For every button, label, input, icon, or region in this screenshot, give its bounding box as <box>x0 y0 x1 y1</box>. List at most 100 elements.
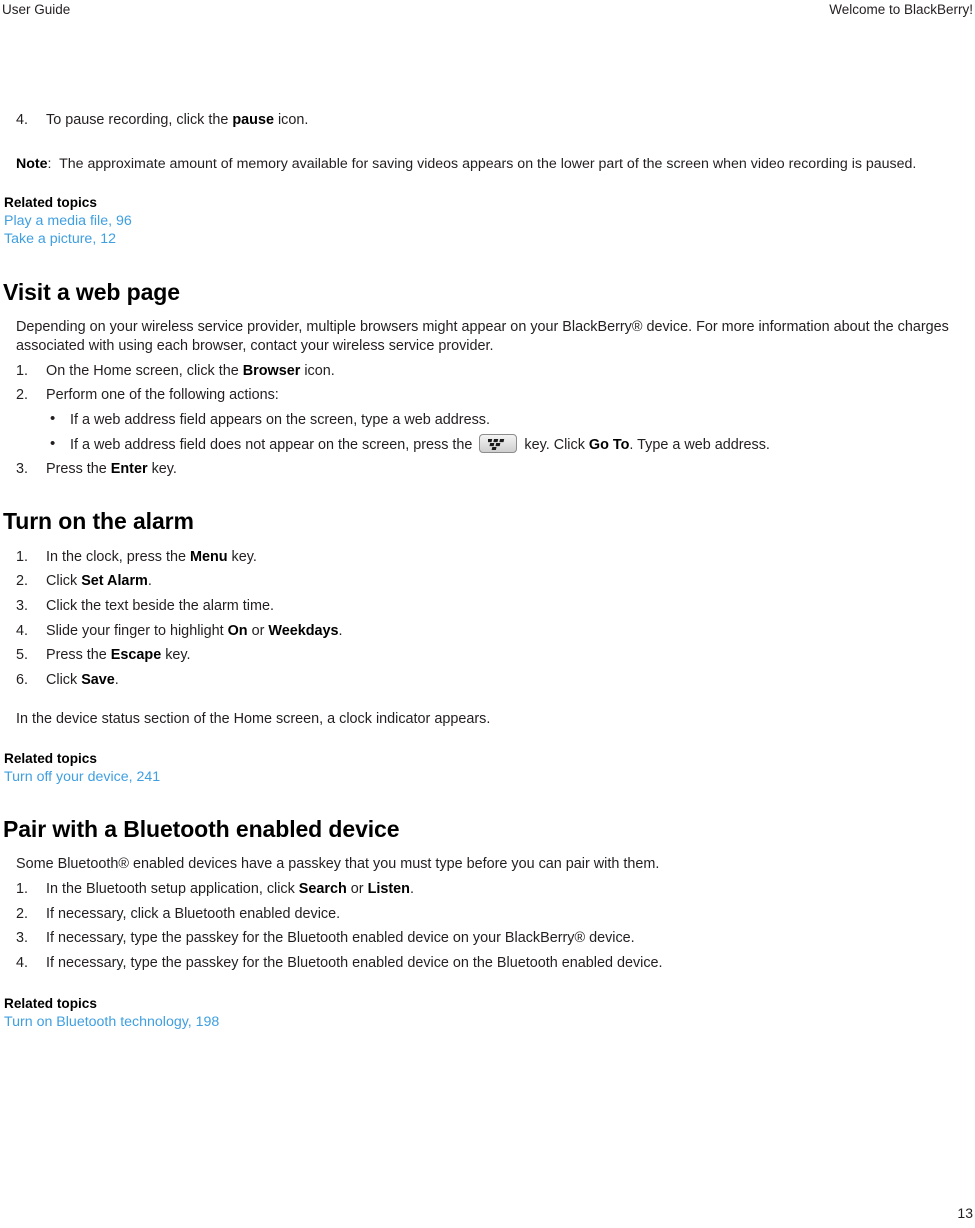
step-text: On the Home screen, click the Browser ic… <box>46 363 335 379</box>
step-list-visit-a-web-page: 1. On the Home screen, click the Browser… <box>2 359 973 408</box>
step-item: 4. Slide your finger to highlight On or … <box>2 619 973 644</box>
step-item: 2. Click Set Alarm. <box>2 569 973 594</box>
step-text-segment: Press the <box>46 461 111 478</box>
step-item: 6. Click Save. <box>2 668 973 693</box>
step-text-bold: Listen <box>367 881 410 897</box>
section-intro: Some Bluetooth® enabled devices have a p… <box>16 856 660 873</box>
note-block: Note: The approximate amount of memory a… <box>2 155 973 174</box>
step-text-segment: key. <box>161 647 191 664</box>
step-text: If necessary, type the passkey for the B… <box>46 930 635 947</box>
step-text-segment: . <box>409 881 414 897</box>
step-text-bold: Weekdays <box>268 622 339 639</box>
step-text-segment: On the Home screen, click the <box>46 362 243 379</box>
related-topics-title: Related topics <box>4 750 97 766</box>
sub-step-text-segment: key. Click <box>520 436 589 453</box>
related-topics-title: Related topics <box>4 194 97 210</box>
step-text: In the Bluetooth setup application, clic… <box>46 881 414 897</box>
related-topics-block: Related topics Turn on Bluetooth technol… <box>2 995 973 1032</box>
step-text-segment: icon. <box>300 362 335 379</box>
step-item: 3. Click the text beside the alarm time. <box>2 594 973 619</box>
step-text-bold: Search <box>298 881 347 897</box>
step-item: 1. On the Home screen, click the Browser… <box>2 359 973 384</box>
step-text: If necessary, type the passkey for the B… <box>46 954 663 971</box>
running-header-left: User Guide <box>2 2 71 17</box>
step-number: 1. <box>16 362 29 379</box>
step-text: Click Set Alarm. <box>46 573 152 589</box>
step-number: 2. <box>16 387 29 404</box>
step-text: Click the text beside the alarm time. <box>46 597 274 614</box>
step-list-visit-a-web-page-cont: 3. Press the Enter key. <box>2 457 973 482</box>
step-text-segment: . <box>114 671 119 688</box>
running-header-right: Welcome to BlackBerry! <box>829 2 973 17</box>
step-text-segment: Click <box>46 671 82 688</box>
step-item: 1. In the clock, press the Menu key. <box>2 545 973 570</box>
step-text: Click Save. <box>46 672 119 688</box>
related-topic-link[interactable]: Turn on Bluetooth technology, 198 <box>4 1013 219 1032</box>
step-text: In the clock, press the Menu key. <box>46 549 257 565</box>
note-text: The approximate amount of memory availab… <box>59 155 917 172</box>
step-number: 6. <box>16 671 29 688</box>
sub-step-text-segment: . Type a web address. <box>629 436 770 453</box>
step-number: 3. <box>16 930 29 947</box>
step-text-bold: Enter <box>110 461 148 478</box>
step-text-bold: Browser <box>242 362 301 379</box>
sub-step-text-bold: Go To <box>588 436 630 453</box>
step-list-turn-on-the-alarm: 1. In the clock, press the Menu key. 2. … <box>2 545 973 693</box>
sub-step-item: • If a web address field does not appear… <box>46 433 973 458</box>
step-text-bold: On <box>227 622 248 639</box>
step-number: 4. <box>16 622 29 639</box>
step-list-pair-bluetooth: 1. In the Bluetooth setup application, c… <box>2 877 973 975</box>
related-topic-link[interactable]: Take a picture, 12 <box>4 230 116 249</box>
step-text-before: To pause recording, click the <box>46 112 233 128</box>
related-topics-title: Related topics <box>4 996 97 1012</box>
running-header: User Guide Welcome to BlackBerry! <box>0 0 975 22</box>
related-topic-link[interactable]: Turn off your device, 241 <box>4 768 160 787</box>
step-number: 2. <box>16 573 29 590</box>
related-topic-link[interactable]: Play a media file, 96 <box>4 212 132 231</box>
sub-step-text-segment: If a web address field does not appear o… <box>70 436 477 453</box>
bullet-icon: • <box>50 409 56 427</box>
step-item: 4. If necessary, type the passkey for th… <box>2 951 973 976</box>
step-text: To pause recording, click the pause icon… <box>46 112 308 128</box>
step-number: 1. <box>16 548 29 565</box>
step-text: Press the Enter key. <box>46 461 177 477</box>
step-text-segment: . <box>338 622 343 639</box>
step-text-segment: or <box>247 622 269 639</box>
step-item: 4. To pause recording, click the pause i… <box>2 108 973 133</box>
step-item: 1. In the Bluetooth setup application, c… <box>2 877 973 902</box>
step-text-segment: Slide your finger to highlight <box>46 622 228 639</box>
step-number: 3. <box>16 461 29 478</box>
step-item: 2. Perform one of the following actions: <box>2 383 973 408</box>
bullet-icon: • <box>50 434 56 452</box>
step-text-segment: key. <box>227 548 257 565</box>
related-topics-block: Related topics Play a media file, 96 Tak… <box>2 194 973 249</box>
blackberry-menu-key-icon <box>479 433 518 453</box>
note-label: Note <box>16 155 48 172</box>
page-number: 13 <box>957 1205 973 1221</box>
document-page: User Guide Welcome to BlackBerry! 4. To … <box>0 0 975 1228</box>
step-text-segment: . <box>147 573 152 590</box>
sub-step-list: • If a web address field appears on the … <box>46 408 973 457</box>
post-step-paragraph: In the device status section of the Home… <box>16 711 491 728</box>
step-item: 3. Press the Enter key. <box>2 457 973 482</box>
page-content: 4. To pause recording, click the pause i… <box>2 108 973 1032</box>
sub-step-text: If a web address field appears on the sc… <box>70 411 490 428</box>
step-number: 1. <box>16 881 29 897</box>
step-text: Perform one of the following actions: <box>46 387 279 404</box>
section-heading-turn-on-the-alarm: Turn on the alarm <box>3 507 194 534</box>
section-heading-visit-a-web-page: Visit a web page <box>3 278 180 305</box>
step-number: 4. <box>16 112 29 128</box>
step-text: Press the Escape key. <box>46 647 191 663</box>
step-text-bold: Escape <box>110 647 162 664</box>
section-intro: Depending on your wireless service provi… <box>16 318 949 355</box>
step-text: If necessary, click a Bluetooth enabled … <box>46 905 341 922</box>
step-number: 3. <box>16 597 29 614</box>
related-topics-block: Related topics Turn off your device, 241 <box>2 750 973 787</box>
step-item: 2. If necessary, click a Bluetooth enabl… <box>2 902 973 927</box>
step-item: 5. Press the Escape key. <box>2 643 973 668</box>
step-text-segment: In the Bluetooth setup application, clic… <box>46 881 299 897</box>
step-text: Slide your finger to highlight On or Wee… <box>46 623 343 639</box>
step-item: 3. If necessary, type the passkey for th… <box>2 926 973 951</box>
sub-step-item: • If a web address field appears on the … <box>46 408 973 433</box>
step-text-after: icon. <box>273 112 309 128</box>
